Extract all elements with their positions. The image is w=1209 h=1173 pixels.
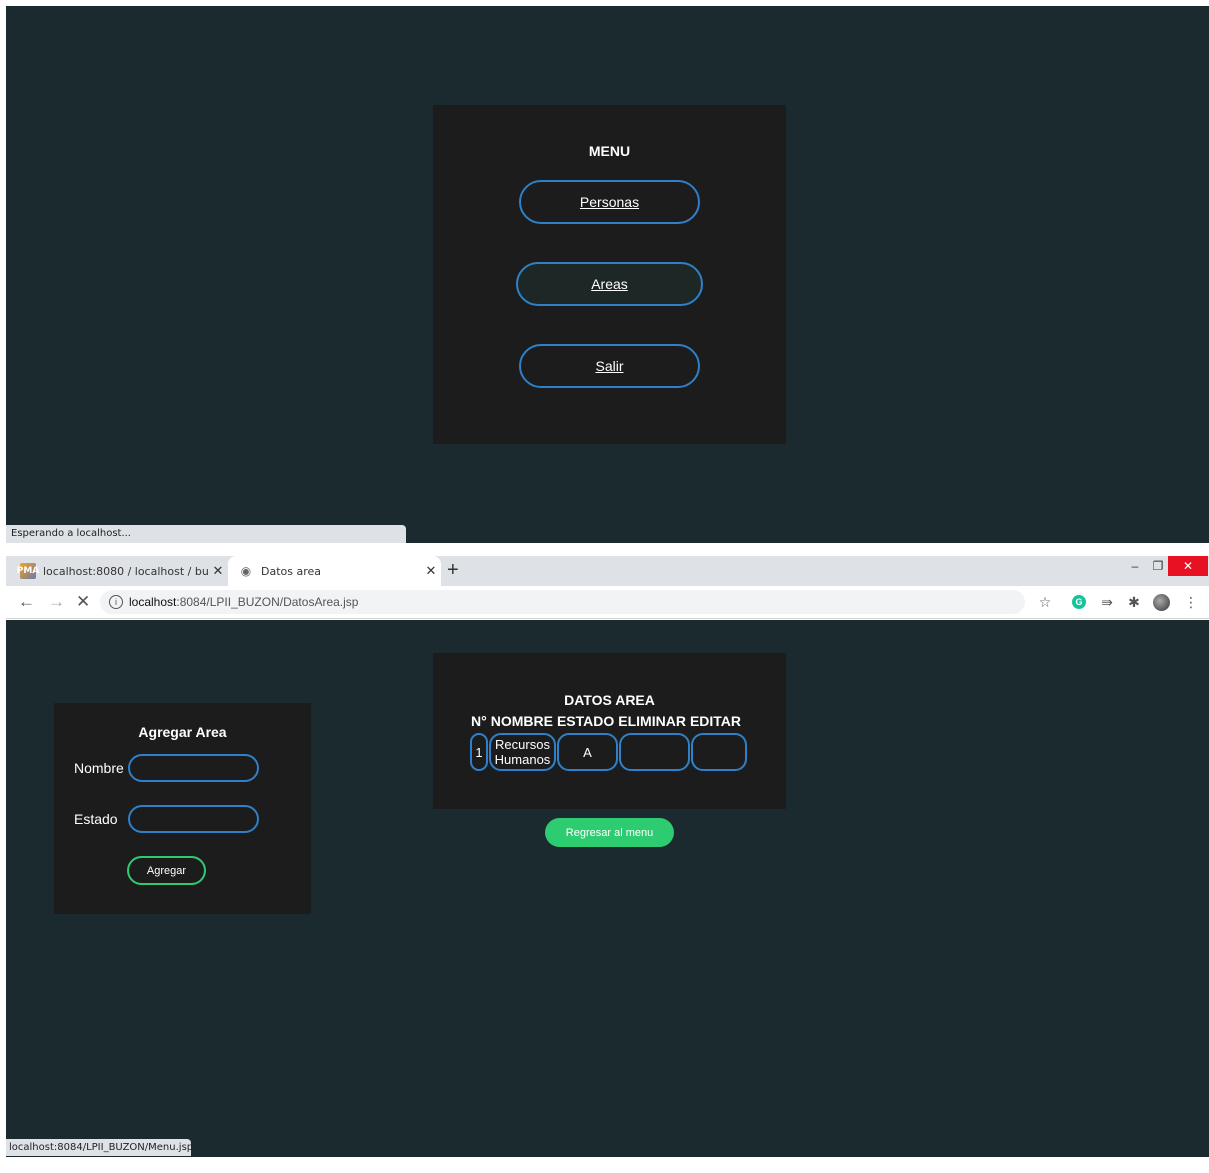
menu-title: MENU	[588, 143, 631, 159]
url-path: :8084/LPII_BUZON/DatosArea.jsp	[176, 595, 359, 609]
column-header: NOMBRE	[490, 713, 553, 729]
tab-title: Datos area	[261, 564, 322, 578]
forward-arrow-icon[interactable]: →	[48, 592, 65, 612]
phpmyadmin-icon: PMA	[17, 563, 39, 579]
estado-input[interactable]	[128, 805, 259, 833]
column-header: EDITAR	[689, 713, 742, 729]
add-area-form: Agregar Area Nombre Estado Agregar	[54, 703, 311, 914]
menu-personas-button[interactable]: Personas	[519, 180, 700, 224]
nombre-label: Nombre	[74, 760, 124, 776]
menu-salir-button[interactable]: Salir	[519, 344, 700, 388]
datos-area-page: Agregar Area Nombre Estado Agregar DATOS…	[6, 620, 1209, 1157]
cell-nombre: Recursos Humanos	[489, 733, 556, 771]
restore-icon[interactable]: ❐	[1148, 556, 1168, 576]
stop-loading-icon[interactable]: ✕	[76, 592, 90, 612]
close-tab-icon[interactable]: ✕	[421, 564, 441, 579]
tab-phpmyadmin[interactable]: PMA localhost:8080 / localhost / buzo ✕	[10, 556, 228, 586]
cell-eliminar[interactable]	[619, 733, 690, 771]
add-area-title: Agregar Area	[138, 724, 227, 740]
column-header: ESTADO	[556, 713, 615, 729]
back-arrow-icon[interactable]: ←	[18, 592, 35, 612]
url-field[interactable]: i localhost:8084/LPII_BUZON/DatosArea.js…	[100, 590, 1025, 614]
close-tab-icon[interactable]: ✕	[208, 564, 228, 579]
minimize-icon[interactable]: –	[1124, 556, 1146, 576]
cell-editar[interactable]	[691, 733, 747, 771]
site-info-icon[interactable]: i	[109, 595, 123, 609]
menu-page: MENU Personas Areas Salir Esperando a lo…	[6, 6, 1209, 543]
menu-areas-button[interactable]: Areas	[516, 262, 703, 306]
profile-avatar-icon[interactable]	[1152, 593, 1170, 611]
address-bar: ← → ✕ i localhost:8084/LPII_BUZON/DatosA…	[6, 586, 1209, 619]
menu-panel: MENU Personas Areas Salir	[433, 105, 786, 444]
bookmark-star-icon[interactable]: ☆	[1036, 593, 1054, 611]
new-tab-button[interactable]: +	[447, 559, 459, 582]
loading-status: Esperando a localhost...	[6, 525, 406, 543]
regresar-menu-button[interactable]: Regresar al menu	[545, 818, 674, 847]
column-header: N°	[471, 713, 487, 729]
cell-estado: A	[557, 733, 618, 771]
tab-datos-area[interactable]: ◉ Datos area ✕	[228, 556, 441, 586]
cell-num: 1	[470, 733, 488, 771]
link-status: localhost:8084/LPII_BUZON/Menu.jsp	[6, 1139, 193, 1156]
datos-area-title: DATOS AREA	[564, 692, 655, 708]
tab-strip: PMA localhost:8080 / localhost / buzo ✕ …	[6, 556, 1209, 586]
datos-area-panel: DATOS AREA N° NOMBRE ESTADO ELIMINAR EDITAR …	[433, 653, 786, 809]
extension-arrow-icon[interactable]: ⇛	[1098, 593, 1116, 611]
grammarly-icon[interactable]: G	[1070, 593, 1088, 611]
nombre-input[interactable]	[128, 754, 259, 782]
bottom-edge	[0, 1157, 1209, 1173]
extensions-puzzle-icon[interactable]: ✱	[1125, 593, 1143, 611]
window-close-icon[interactable]: ✕	[1168, 556, 1208, 576]
column-header: ELIMINAR	[618, 713, 686, 729]
page-icon: ◉	[240, 564, 252, 578]
table-header: N° NOMBRE ESTADO ELIMINAR EDITAR	[471, 713, 745, 729]
url-host: localhost	[129, 595, 177, 609]
menu-dots-icon[interactable]: ⋮	[1182, 593, 1200, 611]
estado-label: Estado	[74, 811, 118, 827]
agregar-button[interactable]: Agregar	[127, 856, 206, 885]
tab-title: localhost:8080 / localhost / buzo	[43, 564, 208, 578]
